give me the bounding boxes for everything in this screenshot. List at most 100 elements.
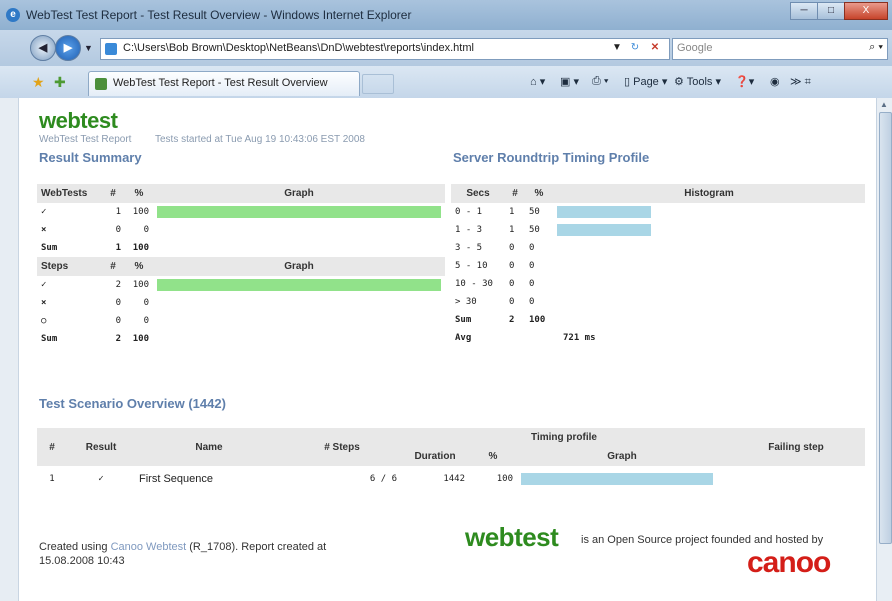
range-cell: 5 - 10 <box>455 261 488 271</box>
avg-label: Avg <box>455 333 472 343</box>
avg-value: 721 ms <box>563 333 596 343</box>
graph-cell <box>153 294 445 312</box>
col-name: Name <box>135 428 283 466</box>
graph-cell <box>153 276 445 294</box>
histogram-cell <box>553 203 865 221</box>
row-num: 1 <box>49 474 55 484</box>
new-tab-button[interactable] <box>362 74 394 94</box>
count-cell: 1 <box>509 225 515 235</box>
col-num: # <box>37 428 67 466</box>
feeds-icon[interactable]: ▣ ▾ <box>560 75 579 88</box>
pct-cell: 100 <box>132 207 149 217</box>
home-icon[interactable]: ⌂ ▾ <box>530 75 545 88</box>
pct-cell: 0 <box>143 298 149 308</box>
col-timing-profile: Timing profile <box>401 428 727 447</box>
webtest-logo: webtest <box>39 108 118 133</box>
page-menu[interactable]: ▯ Page ▾ <box>624 75 667 88</box>
count-cell: 0 <box>509 243 515 253</box>
maximize-button[interactable]: □ <box>817 2 845 20</box>
duration-cell: 1442 <box>443 474 465 484</box>
scenario-header-row: # Result Name # Steps Timing profile Fai… <box>37 428 865 466</box>
pct-cell: 0 <box>529 243 535 253</box>
table-row: ○ 0 0 <box>37 312 445 330</box>
scenario-table: # Result Name # Steps Timing profile Fai… <box>37 428 865 492</box>
pct-cell: 0 <box>529 261 535 271</box>
tools-menu[interactable]: ⚙ Tools ▾ <box>674 75 721 88</box>
graph-bar <box>157 279 441 291</box>
minimize-button[interactable]: ─ <box>790 2 818 20</box>
failing-step-cell <box>727 466 865 492</box>
col-pct: % <box>125 257 153 276</box>
forward-button[interactable]: ▶ <box>55 35 81 61</box>
col-steps: Steps <box>37 257 101 276</box>
page-content[interactable]: webtest WebTest Test Report Tests starte… <box>19 98 876 601</box>
success-icon: ✓ <box>98 474 104 484</box>
graph-bar <box>157 206 441 218</box>
add-favorites-icon[interactable]: ✚ <box>54 74 66 91</box>
table-row: 5 - 10 0 0 <box>451 257 865 275</box>
address-field[interactable]: C:\Users\Bob Brown\Desktop\NetBeans\DnD\… <box>100 38 670 60</box>
address-url[interactable]: C:\Users\Bob Brown\Desktop\NetBeans\DnD\… <box>123 42 474 54</box>
failure-icon: × <box>41 225 47 235</box>
count-cell: 0 <box>509 279 515 289</box>
histogram-bar <box>557 206 652 218</box>
table-row: 1 - 3 1 50 <box>451 221 865 239</box>
col-pct: % <box>525 184 553 203</box>
research-icon[interactable]: ◉ <box>770 75 780 88</box>
count-cell: 1 <box>115 207 121 217</box>
sum-pct: 100 <box>132 243 149 253</box>
favorites-star-icon[interactable]: ★ <box>32 74 45 91</box>
scrollbar-thumb[interactable] <box>879 112 892 544</box>
close-button[interactable]: X <box>844 2 888 20</box>
graph-cell <box>153 221 445 239</box>
tests-started: Tests started at Tue Aug 19 10:43:06 EST… <box>155 134 365 145</box>
footer-created-prefix: Created using <box>39 541 108 553</box>
left-edge <box>0 98 19 601</box>
window-controls: ─ □ X <box>790 2 888 20</box>
stop-icon[interactable]: ✕ <box>647 41 663 55</box>
tab-label: WebTest Test Report - Test Result Overvi… <box>113 77 328 89</box>
count-cell: 0 <box>509 297 515 307</box>
canoo-webtest-link[interactable]: Canoo Webtest <box>111 541 187 553</box>
address-dropdown-icon[interactable]: ▼ <box>609 41 625 55</box>
footer-oss-text: is an Open Source project founded and ho… <box>581 534 824 546</box>
sum-label: Sum <box>41 243 58 253</box>
tab-report[interactable]: WebTest Test Report - Test Result Overvi… <box>88 71 360 96</box>
pct-cell: 50 <box>529 225 540 235</box>
sum-count: 2 <box>509 315 515 325</box>
tools-menu-label: Tools <box>686 76 713 88</box>
vertical-scrollbar[interactable]: ▲ <box>876 98 892 601</box>
table-row[interactable]: 1 ✓ First Sequence 6 / 6 1442 100 <box>37 466 865 492</box>
count-cell: 1 <box>509 207 515 217</box>
footer-created-suffix: (R_1708). Report created at <box>189 541 327 553</box>
col-graph: Graph <box>153 184 445 203</box>
help-icon[interactable]: ❓▾ <box>735 75 754 88</box>
page-menu-label: Page <box>633 76 659 88</box>
pct-cell: 100 <box>132 280 149 290</box>
scroll-up-icon[interactable]: ▲ <box>880 100 888 109</box>
skipped-icon: ○ <box>41 316 47 326</box>
sum-count: 2 <box>115 334 121 344</box>
history-dropdown-icon[interactable]: ▼ <box>84 43 93 53</box>
refresh-icon[interactable]: ↻ <box>627 41 643 55</box>
toolbar-extra-icon[interactable]: ≫ ⌗ <box>790 75 811 89</box>
range-cell: 3 - 5 <box>455 243 483 253</box>
col-duration: Duration <box>401 447 469 466</box>
pct-cell: 0 <box>529 279 535 289</box>
sum-pct: 100 <box>529 315 546 325</box>
search-icon[interactable]: ⌕ ▾ <box>869 41 883 54</box>
sum-row: Sum 2 100 <box>451 311 865 329</box>
sum-row: Sum 2 100 <box>37 330 445 348</box>
pct-cell: 0 <box>529 297 535 307</box>
search-field[interactable]: Google ⌕ ▾ <box>672 38 888 60</box>
scenario-link[interactable]: First Sequence <box>135 466 283 492</box>
col-failing-step: Failing step <box>727 428 865 466</box>
table-row: 10 - 30 0 0 <box>451 275 865 293</box>
sum-label: Sum <box>455 315 472 325</box>
col-steps: # Steps <box>283 428 401 466</box>
col-secs: Secs <box>451 184 505 203</box>
back-button[interactable]: ◀ <box>30 35 56 61</box>
steps-header-row: Steps # % Graph <box>37 257 445 276</box>
print-icon[interactable]: ⎙ ▾ <box>592 75 608 88</box>
table-row: × 0 0 <box>37 294 445 312</box>
